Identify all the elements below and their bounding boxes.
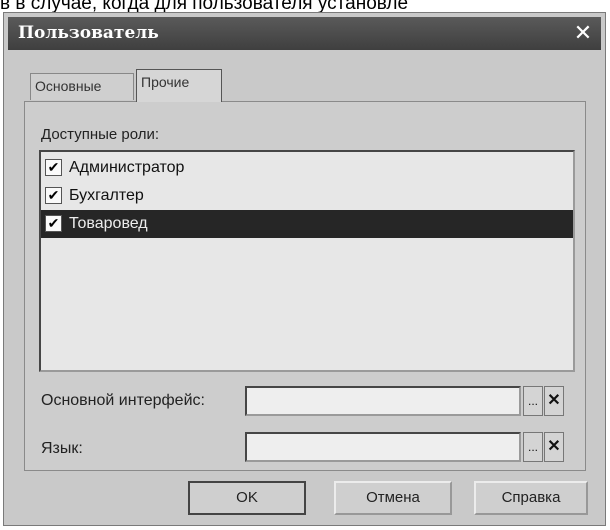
ok-button[interactable]: OK (188, 481, 306, 515)
choose-language-button[interactable]: ... (523, 432, 543, 462)
checkbox-icon[interactable]: ✔ (45, 187, 62, 204)
user-dialog: Пользователь ✕ Основные Прочие Доступные… (3, 12, 606, 526)
dialog-title: Пользователь (18, 23, 159, 43)
clear-language-icon[interactable]: ✕ (544, 432, 564, 462)
role-item-administrator[interactable]: ✔ Администратор (41, 154, 573, 182)
tab-main[interactable]: Основные (30, 73, 134, 100)
close-icon[interactable]: ✕ (571, 17, 595, 50)
clear-interface-icon[interactable]: ✕ (544, 386, 564, 416)
title-bar: Пользователь ✕ (8, 17, 601, 50)
choose-interface-button[interactable]: ... (523, 386, 543, 416)
help-button[interactable]: Справка (474, 481, 588, 515)
language-field[interactable] (245, 432, 521, 462)
role-label: Бухгалтер (69, 187, 144, 204)
role-label: Администратор (69, 159, 185, 176)
main-interface-label: Основной интерфейс: (41, 392, 205, 409)
role-item-merchandiser[interactable]: ✔ Товаровед (41, 210, 573, 238)
checkbox-icon[interactable]: ✔ (45, 215, 62, 232)
tab-panel-other: Доступные роли: ✔ Администратор ✔ Бухгал… (24, 101, 586, 471)
roles-list[interactable]: ✔ Администратор ✔ Бухгалтер ✔ Товаровед (39, 150, 575, 372)
available-roles-label: Доступные роли: (41, 126, 160, 143)
tab-other[interactable]: Прочие (136, 69, 222, 102)
checkbox-icon[interactable]: ✔ (45, 159, 62, 176)
language-label: Язык: (41, 440, 83, 457)
role-item-accountant[interactable]: ✔ Бухгалтер (41, 182, 573, 210)
cancel-button[interactable]: Отмена (334, 481, 452, 515)
main-interface-field[interactable] (245, 386, 521, 416)
role-label: Товаровед (69, 215, 148, 232)
